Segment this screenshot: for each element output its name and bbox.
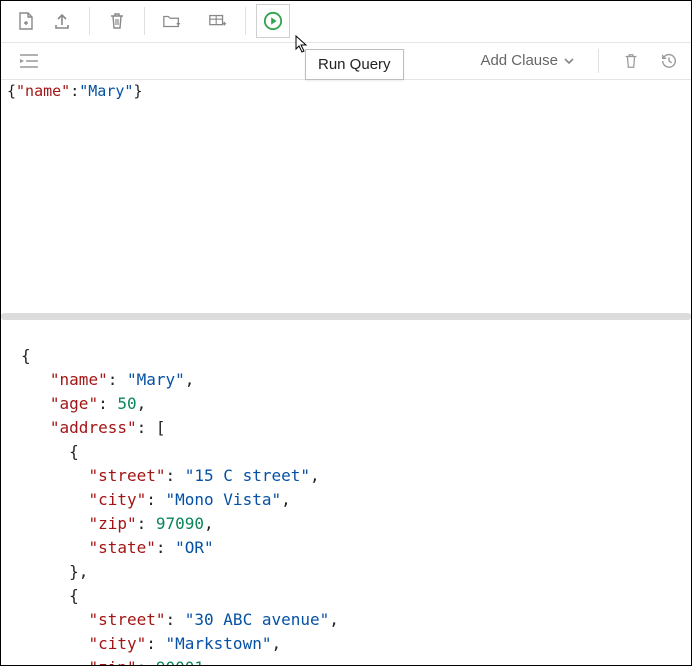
add-clause-label: Add Clause — [480, 52, 558, 69]
schema-button[interactable] — [201, 4, 235, 38]
toolbar-separator — [598, 49, 599, 73]
main-toolbar — [1, 1, 691, 43]
toolbar-separator — [144, 7, 145, 35]
trash-icon — [107, 11, 127, 31]
add-clause-dropdown[interactable]: Add Clause — [474, 48, 580, 73]
trash-icon — [622, 52, 640, 70]
clear-query-button[interactable] — [617, 47, 645, 75]
run-query-tooltip: Run Query — [305, 49, 404, 80]
indent-button[interactable] — [15, 47, 43, 75]
file-plus-icon — [16, 11, 36, 31]
query-text: {"name":"Mary"} — [1, 80, 691, 100]
chevron-down-icon — [564, 58, 574, 64]
new-file-button[interactable] — [9, 4, 43, 38]
upload-icon — [52, 11, 72, 31]
schema-icon — [208, 11, 228, 31]
result-viewer[interactable]: { "name": "Mary", "age": 50, "address": … — [1, 324, 691, 665]
folder-plus-icon — [162, 11, 182, 31]
play-icon — [263, 10, 283, 32]
history-icon — [660, 52, 678, 70]
toolbar-separator — [245, 7, 246, 35]
indent-icon — [18, 52, 40, 70]
query-editor[interactable]: {"name":"Mary"} — [1, 80, 691, 308]
new-project-button[interactable] — [155, 4, 189, 38]
run-query-button[interactable] — [256, 4, 290, 38]
divider-bar — [1, 313, 691, 320]
history-button[interactable] — [655, 47, 683, 75]
toolbar-separator — [89, 7, 90, 35]
upload-button[interactable] — [45, 4, 79, 38]
pane-divider[interactable] — [1, 308, 691, 325]
delete-button[interactable] — [100, 4, 134, 38]
